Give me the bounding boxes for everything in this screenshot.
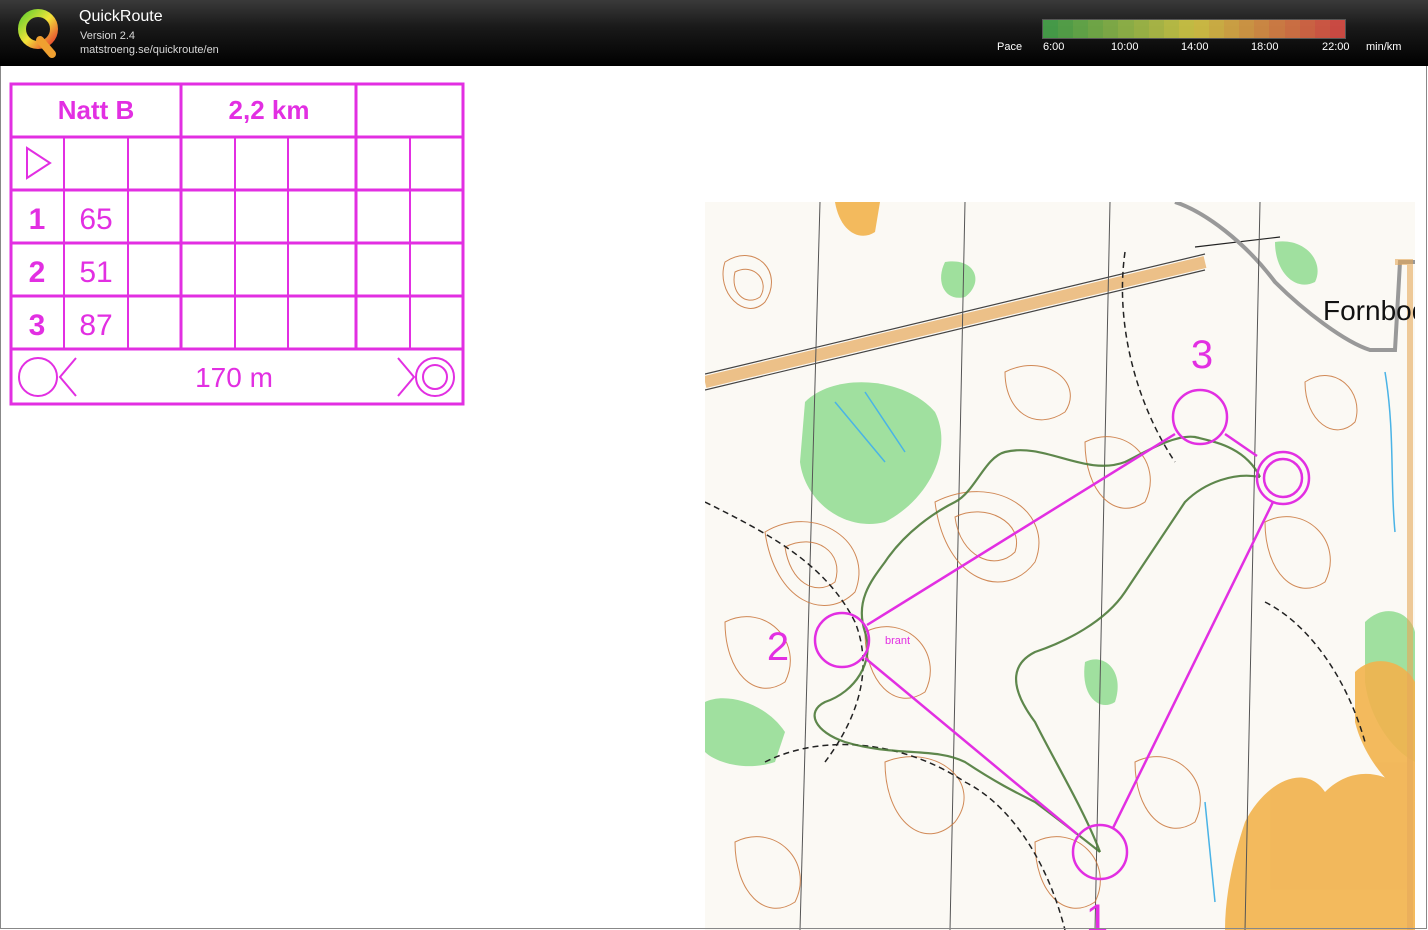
pace-scale-segment (1058, 20, 1074, 38)
course-length: 2,2 km (229, 95, 310, 125)
pace-scale-segment (1073, 20, 1089, 38)
pace-color-scale (1042, 19, 1346, 39)
pace-scale-segment (1163, 20, 1179, 38)
pace-unit: min/km (1366, 41, 1402, 53)
pace-scale-segment (1193, 20, 1210, 38)
pace-scale-segment (1148, 20, 1164, 38)
pace-scale-segment (1043, 20, 1059, 38)
map-control-label-2: 2 (767, 625, 789, 669)
app-header: QuickRoute Version 2.4 matstroeng.se/qui… (0, 0, 1428, 66)
pace-scale-segment (1284, 20, 1300, 38)
quickroute-logo-icon (18, 9, 58, 58)
finish-from-control-icon (18, 357, 77, 397)
pace-scale-segment (1103, 20, 1119, 38)
map-control-label-1: 1 (1086, 897, 1108, 930)
pace-tick: 10:00 (1111, 41, 1139, 53)
pace-scale-segment (1269, 20, 1285, 38)
pace-scale-segment (1088, 20, 1104, 38)
pace-scale-segment (1299, 20, 1315, 38)
start-triangle-icon (26, 146, 52, 180)
pace-tick: 6:00 (1043, 41, 1065, 53)
pace-scale-segment (1133, 20, 1149, 38)
orienteering-map[interactable]: Fornbod 1 2 3 brant (705, 202, 1415, 930)
pace-tick: 18:00 (1251, 41, 1279, 53)
map-place-name: Fornbod (1323, 295, 1415, 326)
control-number: 3 (29, 309, 46, 342)
app-version: Version 2.4 (80, 30, 136, 42)
control-description-card: Natt B 2,2 km 1 65 2 51 3 87 170 m (9, 82, 465, 406)
pace-scale-segment (1224, 20, 1240, 38)
pace-tick: 14:00 (1181, 41, 1209, 53)
pace-scale-segment (1118, 20, 1134, 38)
control-code: 51 (79, 256, 112, 289)
pace-scale-segment (1209, 20, 1225, 38)
pace-scale-segment (1329, 20, 1345, 38)
control-number: 1 (29, 203, 46, 236)
course-name: Natt B (58, 95, 135, 125)
map-control-label-3: 3 (1191, 333, 1213, 377)
pace-scale-segment (1254, 20, 1270, 38)
app-title: QuickRoute (79, 8, 163, 25)
pace-tick: 22:00 (1322, 41, 1350, 53)
map-annotation: brant (885, 635, 910, 647)
pace-scale-segment (1178, 20, 1194, 38)
pace-scale-segment (1239, 20, 1255, 38)
finish-icon (397, 357, 455, 397)
control-code: 87 (79, 309, 112, 342)
pace-label: Pace (997, 41, 1023, 53)
finish-distance: 170 m (195, 362, 273, 393)
app-url[interactable]: matstroeng.se/quickroute/en (80, 44, 219, 56)
control-number: 2 (29, 256, 46, 289)
pace-scale-segment (1314, 20, 1330, 38)
control-code: 65 (79, 203, 112, 236)
